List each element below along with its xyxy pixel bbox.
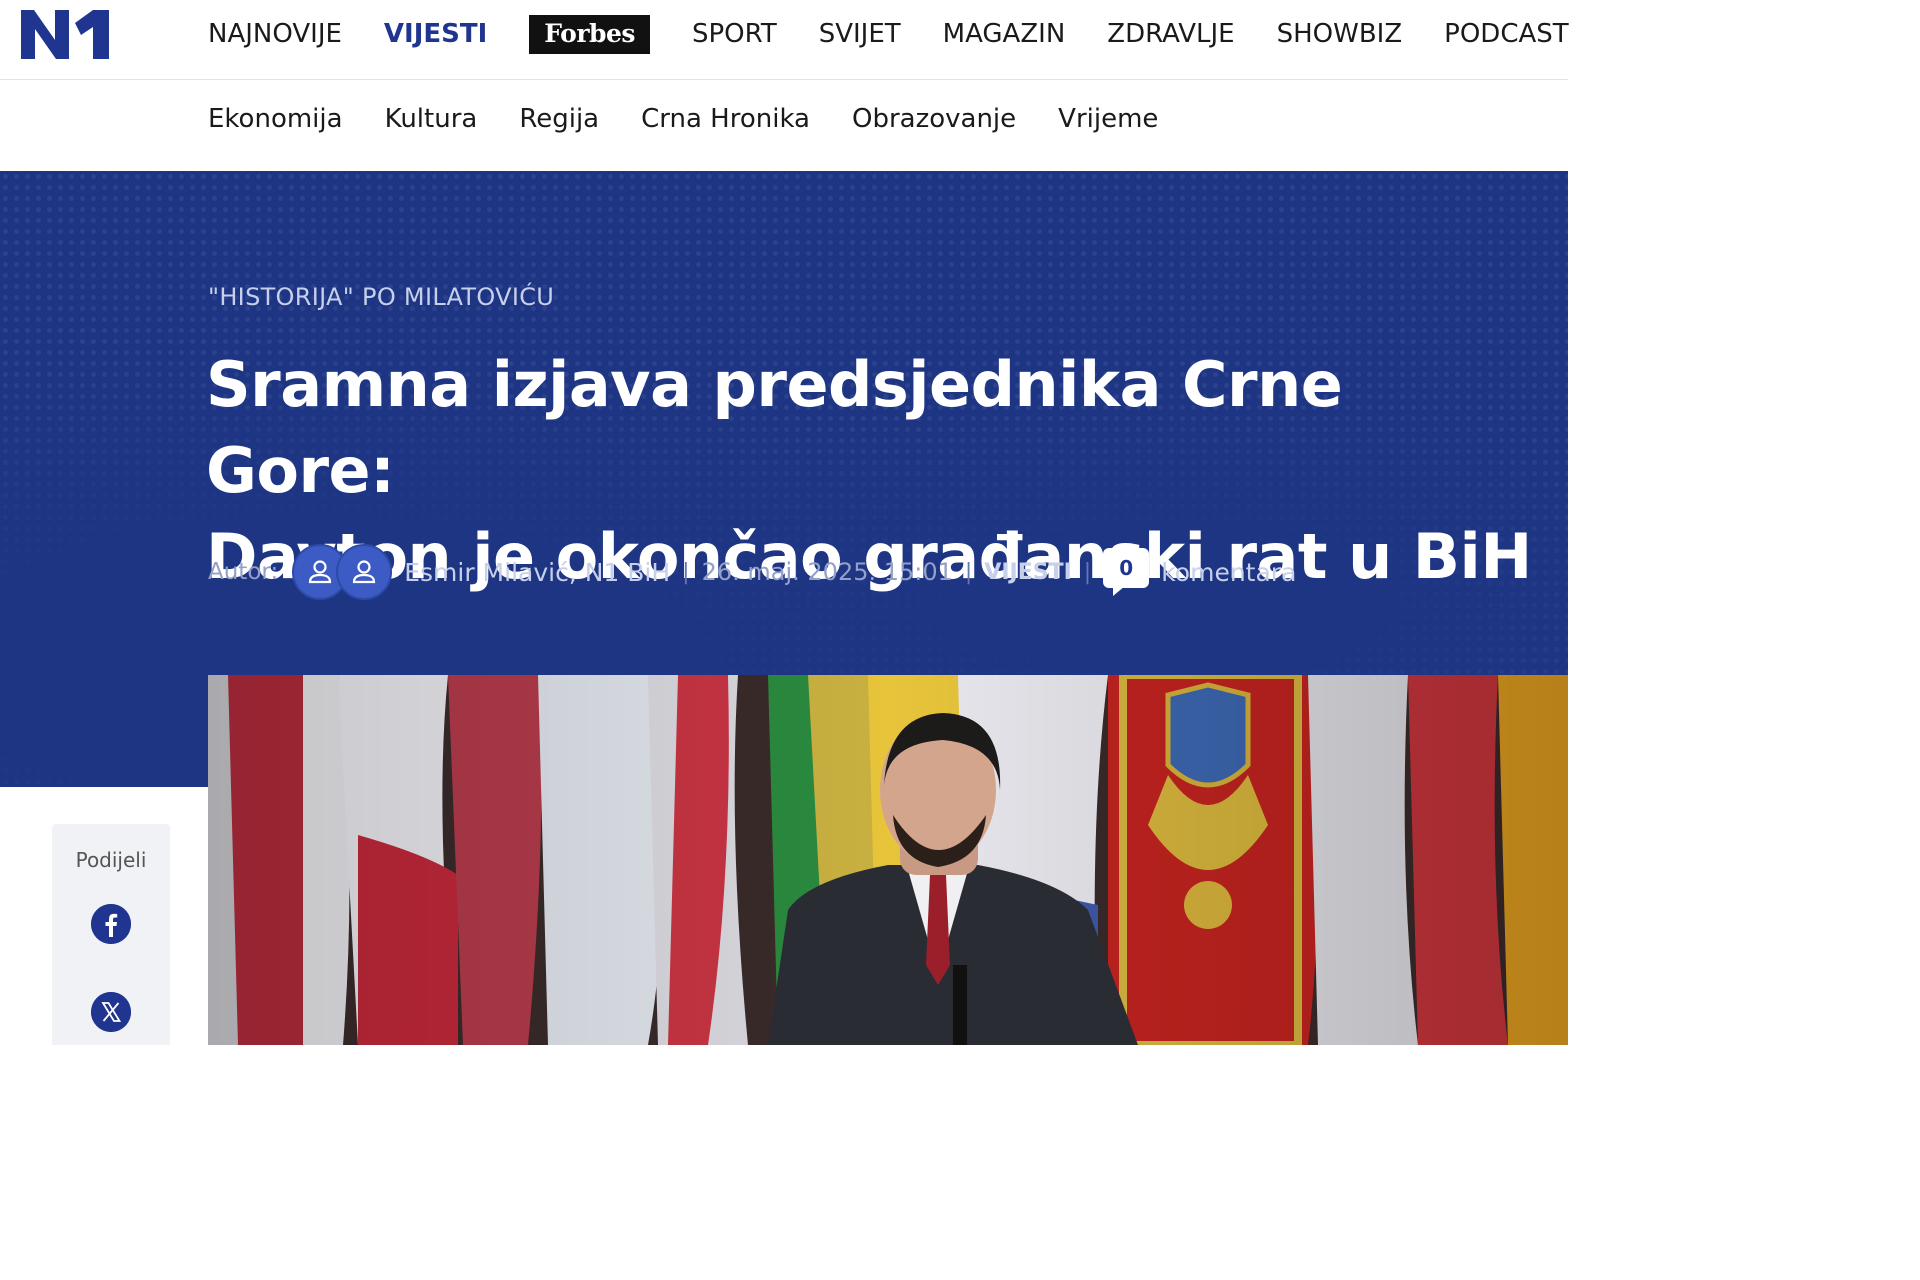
category-link[interactable]: VIJESTI <box>984 560 1071 585</box>
article-kicker: "HISTORIJA" PO MILATOVIĆU <box>208 283 555 311</box>
comments-link[interactable]: komentara <box>1161 558 1296 587</box>
nav-item-showbiz[interactable]: SHOWBIZ <box>1277 19 1403 49</box>
subnav-item-crna-hronika[interactable]: Crna Hronika <box>641 104 810 134</box>
subnav-item-regija[interactable]: Regija <box>519 104 599 134</box>
nav-item-forbes[interactable]: Forbes <box>529 14 650 54</box>
sub-navigation: Ekonomija Kultura Regija Crna Hronika Ob… <box>208 104 1200 134</box>
article-meta: Autor: Esmir Milavić, N1 BiH | 26. maj. … <box>208 544 1296 600</box>
article-title-line-1: Sramna izjava predsjednika Crne Gore: <box>206 348 1343 507</box>
share-label: Podijeli <box>75 848 147 872</box>
x-twitter-icon <box>91 992 131 1032</box>
article-photo[interactable] <box>208 675 1568 1045</box>
nav-item-zdravlje[interactable]: ZDRAVLJE <box>1107 19 1234 49</box>
author-avatars <box>292 544 396 600</box>
publish-date: 26. maj. 2025. 15:01 <box>701 558 953 586</box>
nav-item-vijesti[interactable]: VIJESTI <box>384 19 487 49</box>
comment-count: 0 <box>1119 556 1134 580</box>
meta-separator: | <box>682 559 690 585</box>
comment-count-icon[interactable]: 0 <box>1103 548 1150 596</box>
author-link[interactable]: Esmir Milavić, N1 BiH <box>404 558 670 587</box>
nav-item-magazin[interactable]: MAGAZIN <box>943 19 1066 49</box>
n1-logo[interactable] <box>21 7 117 59</box>
article-photo-illustration <box>208 675 1568 1045</box>
top-navigation: NAJNOVIJE VIJESTI Forbes SPORT SVIJET MA… <box>0 0 1569 80</box>
subnav-item-kultura[interactable]: Kultura <box>385 104 478 134</box>
nav-item-najnovije[interactable]: NAJNOVIJE <box>208 19 342 49</box>
facebook-icon <box>91 904 131 944</box>
author-avatar-icon[interactable] <box>336 544 393 600</box>
facebook-share-button[interactable] <box>91 904 131 944</box>
meta-separator: | <box>1083 559 1092 585</box>
x-share-button[interactable] <box>91 992 131 1032</box>
nav-item-sport[interactable]: SPORT <box>692 19 777 49</box>
main-nav: NAJNOVIJE VIJESTI Forbes SPORT SVIJET MA… <box>208 0 1611 68</box>
author-label: Autor: <box>208 559 279 585</box>
nav-item-svijet[interactable]: SVIJET <box>819 19 901 49</box>
nav-item-podcast[interactable]: PODCAST <box>1444 19 1569 49</box>
share-sidebar: Podijeli <box>52 824 170 1045</box>
subnav-item-ekonomija[interactable]: Ekonomija <box>208 104 343 134</box>
meta-separator: | <box>964 559 973 585</box>
subnav-item-vrijeme[interactable]: Vrijeme <box>1058 104 1158 134</box>
subnav-item-obrazovanje[interactable]: Obrazovanje <box>852 104 1016 134</box>
